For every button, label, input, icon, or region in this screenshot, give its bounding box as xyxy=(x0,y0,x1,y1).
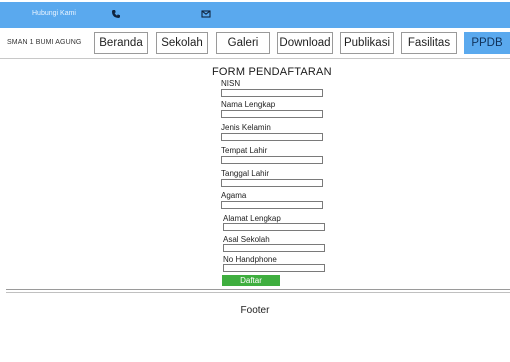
field-label-tempat-lahir: Tempat Lahir xyxy=(221,146,268,155)
contact-label[interactable]: Hubungi Kami xyxy=(32,10,76,17)
divider xyxy=(6,289,510,290)
page-footer: Footer xyxy=(240,305,270,316)
field-label-tanggal-lahir: Tanggal Lahir xyxy=(221,169,270,178)
form-title: FORM PENDAFTARAN xyxy=(212,66,332,78)
field-label-nama-lengkap: Nama Lengkap xyxy=(221,100,276,109)
nav-beranda[interactable]: Beranda xyxy=(94,32,148,54)
nisn-input[interactable] xyxy=(221,89,323,97)
field-label-jenis-kelamin: Jenis Kelamin xyxy=(221,123,271,132)
divider xyxy=(6,292,510,293)
nav-galeri[interactable]: Galeri xyxy=(216,32,270,54)
nav-download[interactable]: Download xyxy=(277,32,333,54)
field-label-no-handphone: No Handphone xyxy=(223,255,277,264)
phone-icon[interactable] xyxy=(110,8,122,20)
daftar-button[interactable]: Daftar xyxy=(222,275,280,286)
main-navbar: SMAN 1 BUMI AGUNG Beranda Sekolah Galeri… xyxy=(0,28,510,59)
jenis-kelamin-input[interactable] xyxy=(221,133,323,141)
field-label-asal-sekolah: Asal Sekolah xyxy=(223,235,270,244)
nama-lengkap-input[interactable] xyxy=(221,110,323,118)
tempat-lahir-input[interactable] xyxy=(221,156,323,164)
field-label-agama: Agama xyxy=(221,191,247,200)
field-label-alamat-lengkap: Alamat Lengkap xyxy=(223,214,281,223)
nav-ppdb[interactable]: PPDB xyxy=(464,32,510,54)
asal-sekolah-input[interactable] xyxy=(223,244,325,252)
nav-publikasi[interactable]: Publikasi xyxy=(340,32,394,54)
mail-icon[interactable] xyxy=(200,8,212,20)
nav-fasilitas[interactable]: Fasilitas xyxy=(401,32,457,54)
tanggal-lahir-input[interactable] xyxy=(221,179,323,187)
field-label-nisn: NISN xyxy=(221,79,241,88)
top-contact-bar: Hubungi Kami xyxy=(0,2,510,28)
alamat-lengkap-input[interactable] xyxy=(223,223,325,231)
nav-sekolah[interactable]: Sekolah xyxy=(156,32,208,54)
no-handphone-input[interactable] xyxy=(223,264,325,272)
agama-input[interactable] xyxy=(221,201,323,209)
school-brand[interactable]: SMAN 1 BUMI AGUNG xyxy=(7,39,81,46)
